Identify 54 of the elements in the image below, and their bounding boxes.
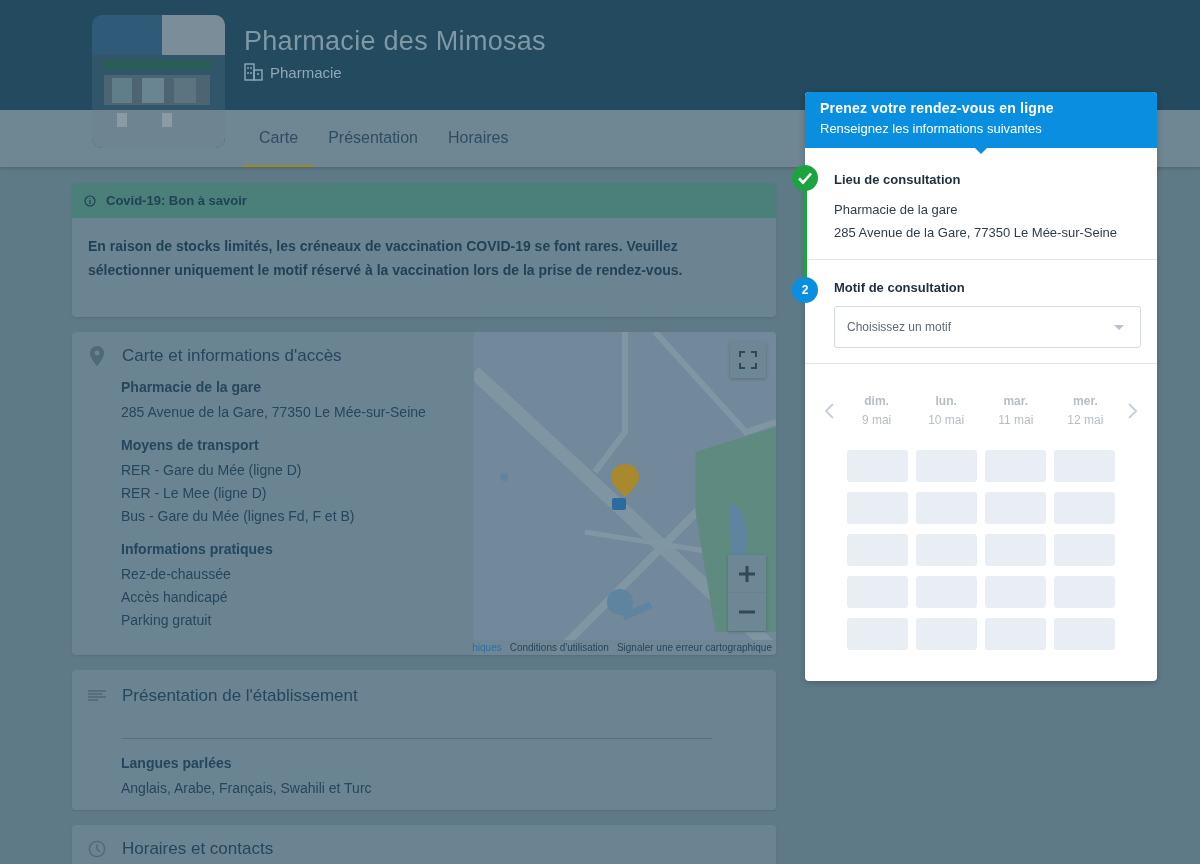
zoom-out-button[interactable] [728,593,766,631]
building-icon [244,63,264,81]
step-title: Lieu de consultation [834,172,962,187]
clock-icon [88,839,106,859]
tab[interactable]: Horaires [432,110,524,167]
attribution-link[interactable]: Conditions d'utilisation [509,642,609,653]
info-heading: Moyens de transport [121,437,260,453]
reason-dropdown[interactable]: Choisissez un motif [834,306,1141,348]
step-detail: Pharmacie de la gare [834,201,959,219]
info-line: Bus - Gare du Mée (lignes Fd, F et B) [121,507,356,526]
step-detail: 285 Avenue de la Gare, 77350 Le Mée-sur-Seine [834,224,1119,242]
fullscreen-icon [739,351,757,369]
notice-title: Covid-19: Bon à savoir [106,193,247,208]
info-heading: Pharmacie de la gare [121,379,263,395]
chevron-left-icon [825,402,834,419]
date-label: 10 mai [928,413,965,427]
info-icon [84,194,96,207]
minus-icon [738,610,756,614]
booking-subtitle: Renseignez les informations suivantes [820,121,1043,136]
section-title: Carte et informations d'accès [122,346,342,366]
category-label: Pharmacie [270,63,342,81]
date-label: 9 mai [861,413,892,427]
plus-icon [738,565,756,583]
notice-text: En raison de stocks limités, les créneaux de vaccination COVID-19 se font rares. Veuillez sélectionner uniquement le motif réservé à la vaccination lors de la prise de rendez-vous. [87,237,684,280]
tab[interactable]: Présentation [313,110,433,167]
tab[interactable]: Carte [244,110,314,167]
weekday-label: mer. [1073,394,1098,408]
info-line: Parking gratuit [121,611,213,630]
fullscreen-button[interactable] [730,342,766,378]
weekday-label: dim. [864,394,889,408]
info-line: Rez-de-chaussée [121,565,232,584]
section-title: Horaires et contacts [122,839,274,859]
booking-title: Prenez votre rendez-vous en ligne [820,100,1055,116]
step-number: 2 [792,277,818,303]
pharmacy-name: Pharmacie des Mimosas [244,26,546,57]
step-title: Motif de consultation [834,280,966,295]
info-line: RER - Le Mee (ligne D) [121,484,268,503]
info-heading: Langues parlées [121,755,233,771]
date-label: 12 mai [1067,413,1104,427]
attribution-link[interactable]: Signaler une erreur cartographique [616,642,772,653]
attribution-link[interactable]: hiques [472,642,502,653]
caret-icon [1114,324,1124,330]
chevron-right-icon [1127,402,1137,419]
info-heading: Informations pratiques [121,541,274,557]
zoom-in-button[interactable] [728,555,766,593]
weekday-label: mar. [1003,394,1029,408]
date-label: 11 mai [998,413,1034,427]
info-line: Anglais, Arabe, Français, Swahili et Turc [121,779,373,798]
info-line: RER - Gare du Mée (ligne D) [121,461,303,480]
section-title: Présentation de l'établissement [122,686,358,706]
info-line: Accès handicapé [121,588,229,607]
weekday-label: lun. [935,394,957,408]
location-pin-icon [88,346,106,366]
info-line: 285 Avenue de la Gare, 77350 Le Mée-sur-Seine [121,403,427,422]
